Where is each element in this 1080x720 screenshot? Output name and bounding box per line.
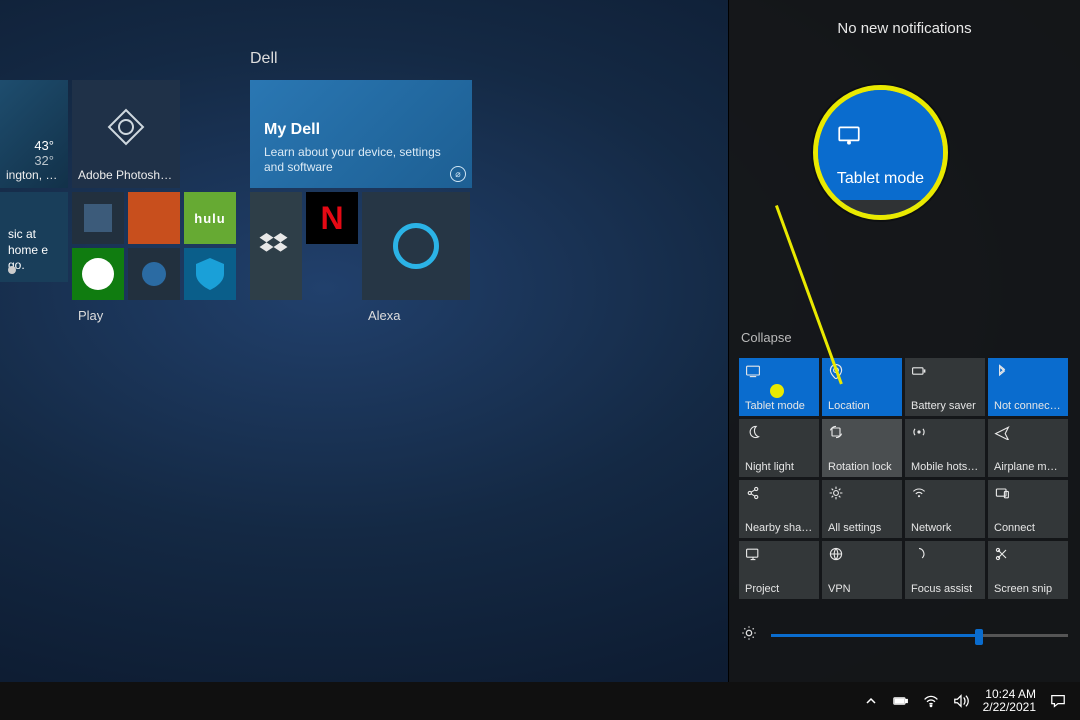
callout-origin-dot [770,384,784,398]
quick-action-project[interactable]: Project [739,541,819,599]
quick-action-vpn[interactable]: VPN [822,541,902,599]
moon-icon [745,424,813,440]
airplane-icon [994,424,1062,440]
battery-icon [911,363,979,379]
weather-temps: 43° 32° [6,138,62,168]
share-icon [745,485,813,501]
quick-action-snip[interactable]: Screen snip [988,541,1068,599]
project-icon [745,546,813,562]
tile-groove-music[interactable]: sic at home e go. [0,192,68,282]
quick-action-rotation[interactable]: Rotation lock [822,419,902,477]
quick-action-label: Airplane mode [994,461,1062,473]
tile-xbox[interactable] [72,248,124,300]
quick-action-battery[interactable]: Battery saver [905,358,985,416]
hulu-label: hulu [194,211,225,226]
photoshop-label: Adobe Photoshop... [78,168,174,182]
quick-action-bluetooth[interactable]: Not connected [988,358,1068,416]
brightness-icon [741,625,757,646]
hotspot-icon [911,424,979,440]
xbox-icon [78,254,118,294]
tile-my-dell[interactable]: My Dell Learn about your device, setting… [250,80,472,188]
quick-action-label: Battery saver [911,400,979,412]
focus-icon [911,546,979,562]
volume-icon[interactable] [953,693,969,709]
quick-action-label: Mobile hotspot [911,461,979,473]
quick-action-label: Not connected [994,400,1062,412]
app-icon-3 [134,254,174,294]
tablet-icon [836,122,862,148]
quick-action-label: Connect [994,522,1062,534]
quick-action-label: Rotation lock [828,461,896,473]
dropbox-icon [256,198,296,294]
tile-app-generic-2[interactable] [128,192,180,244]
quick-action-focus[interactable]: Focus assist [905,541,985,599]
wifi-icon[interactable] [923,693,939,709]
weather-hi: 43° [6,138,54,153]
netflix-label: N [320,200,343,237]
quick-action-moon[interactable]: Night light [739,419,819,477]
brightness-slider[interactable] [741,625,1068,646]
tile-alexa[interactable] [362,192,470,300]
mydell-desc: Learn about your device, settings and so… [264,145,458,176]
tile-weather[interactable]: 43° 32° ington, D.C. [0,80,68,188]
quick-actions-grid: Tablet mode Location Battery saver Not conn… [739,358,1071,599]
callout-tablet-tile: Tablet mode [818,90,943,200]
tile-photoshop[interactable]: Adobe Photoshop... [72,80,180,188]
quick-action-connect[interactable]: Connect [988,480,1068,538]
action-center-icon[interactable] [1050,693,1066,709]
photoshop-icon [78,86,174,168]
quick-action-label: VPN [828,583,896,595]
tray-chevron-icon[interactable] [863,693,879,709]
tile-dropbox[interactable] [250,192,302,300]
quick-action-hotspot[interactable]: Mobile hotspot [905,419,985,477]
connect-icon [994,485,1062,501]
snip-icon [994,546,1062,562]
tile-netflix[interactable]: N [306,192,358,244]
group-label-dell: Dell [250,50,480,68]
quick-action-label: Project [745,583,813,595]
battery-icon[interactable] [893,693,909,709]
quick-action-airplane[interactable]: Airplane mode [988,419,1068,477]
rotation-icon [828,424,896,440]
tile-app-generic-4[interactable] [184,248,236,300]
tile-app-generic-3[interactable] [128,248,180,300]
wifi-icon [911,485,979,501]
quick-action-settings[interactable]: All settings [822,480,902,538]
alexa-icon [368,198,464,294]
shield-icon [190,254,230,294]
tablet-icon [745,363,813,379]
quick-action-wifi[interactable]: Network [905,480,985,538]
quick-action-label: Nearby sharing [745,522,813,534]
callout-label: Tablet mode [828,170,933,188]
action-center-header: No new notifications [729,0,1080,37]
quick-action-share[interactable]: Nearby sharing [739,480,819,538]
quick-action-label: Night light [745,461,813,473]
music-icon [8,266,16,274]
quick-action-label: Tablet mode [745,400,813,412]
callout-magnifier: Tablet mode [813,85,948,220]
dell-logo-icon: ⌀ [450,166,466,182]
weather-city: ington, D.C. [6,168,62,182]
tile-hulu[interactable]: hulu [184,192,236,244]
taskbar-clock[interactable]: 10:24 AM 2/22/2021 [983,688,1036,714]
tile-app-generic-1[interactable] [72,192,124,244]
bluetooth-icon [994,363,1062,379]
weather-lo: 32° [6,153,54,168]
settings-icon [828,485,896,501]
quick-action-label: Focus assist [911,583,979,595]
app-icon [78,198,118,238]
quick-action-label: Location [828,400,896,412]
quick-action-label: Network [911,522,979,534]
collapse-button[interactable]: Collapse [741,330,792,345]
quick-action-label: Screen snip [994,583,1062,595]
quick-action-label: All settings [828,522,896,534]
mydell-title: My Dell [264,121,458,139]
vpn-icon [828,546,896,562]
clock-date: 2/22/2021 [983,701,1036,714]
start-tiles-area: Dell 43° 32° ington, D.C. Adobe Photosho… [0,50,480,76]
brightness-track[interactable] [771,634,1068,637]
taskbar: 10:24 AM 2/22/2021 [0,682,1080,720]
